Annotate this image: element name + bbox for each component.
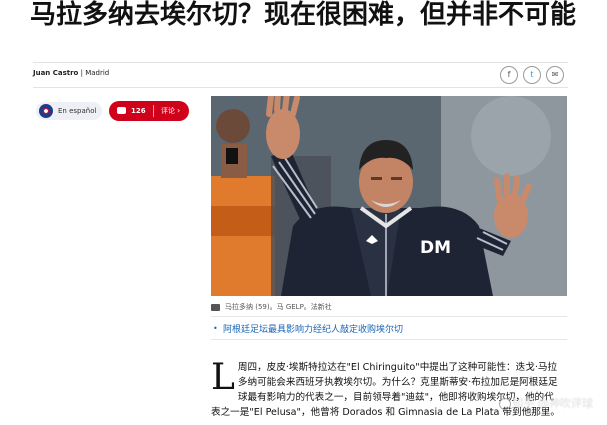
watermark: 知乎 @神吹评球 — [498, 395, 594, 411]
chevron-right-icon: › — [177, 106, 181, 115]
email-icon[interactable]: ✉ — [546, 66, 564, 84]
byline: Juan Castro | Madrid — [33, 69, 109, 77]
byline-bar: Juan Castro | Madrid f t ✉ — [33, 62, 568, 88]
twitter-icon[interactable]: t — [523, 66, 541, 84]
article-photo[interactable]: DM — [211, 96, 567, 296]
watermark-text: 知乎 @神吹评球 — [512, 397, 594, 410]
uk-flag-icon — [39, 104, 53, 118]
drop-cap: L — [211, 357, 235, 398]
bullet-icon: • — [213, 324, 218, 333]
camera-icon — [211, 303, 220, 311]
photo-caption-text: 马拉多纳 (59)。马 GELP。法新社 — [225, 303, 332, 311]
comments-button[interactable]: 126 评论 › — [109, 101, 189, 121]
comment-divider — [153, 105, 154, 117]
facebook-icon[interactable]: f — [500, 66, 518, 84]
related-article-link[interactable]: • 阿根廷足坛最具影响力经纪人敲定收购埃尔切 — [211, 316, 567, 340]
related-article-text: 阿根廷足坛最具影响力经纪人敲定收购埃尔切 — [223, 325, 404, 335]
byline-location: Madrid — [85, 69, 110, 77]
comment-count: 126 — [131, 107, 146, 115]
jacket-logo: DM — [420, 238, 451, 258]
language-label: En español — [58, 107, 97, 115]
language-button[interactable]: En español — [36, 102, 102, 120]
comment-bubble-icon — [117, 107, 126, 114]
photo-caption: 马拉多纳 (59)。马 GELP。法新社 — [211, 302, 567, 312]
maradona-photo-illustration: DM — [211, 96, 567, 296]
article-body: L 周四，皮皮·埃斯特拉达在"El Chiringuito"中提出了这种可能性：… — [211, 360, 563, 420]
article-headline: 马拉多纳去埃尔切？现在很困难，但并非不可能 — [30, 0, 577, 30]
author-name[interactable]: Juan Castro — [33, 69, 78, 77]
comment-label: 评论 — [161, 107, 175, 115]
zhihu-logo-icon — [498, 398, 511, 410]
